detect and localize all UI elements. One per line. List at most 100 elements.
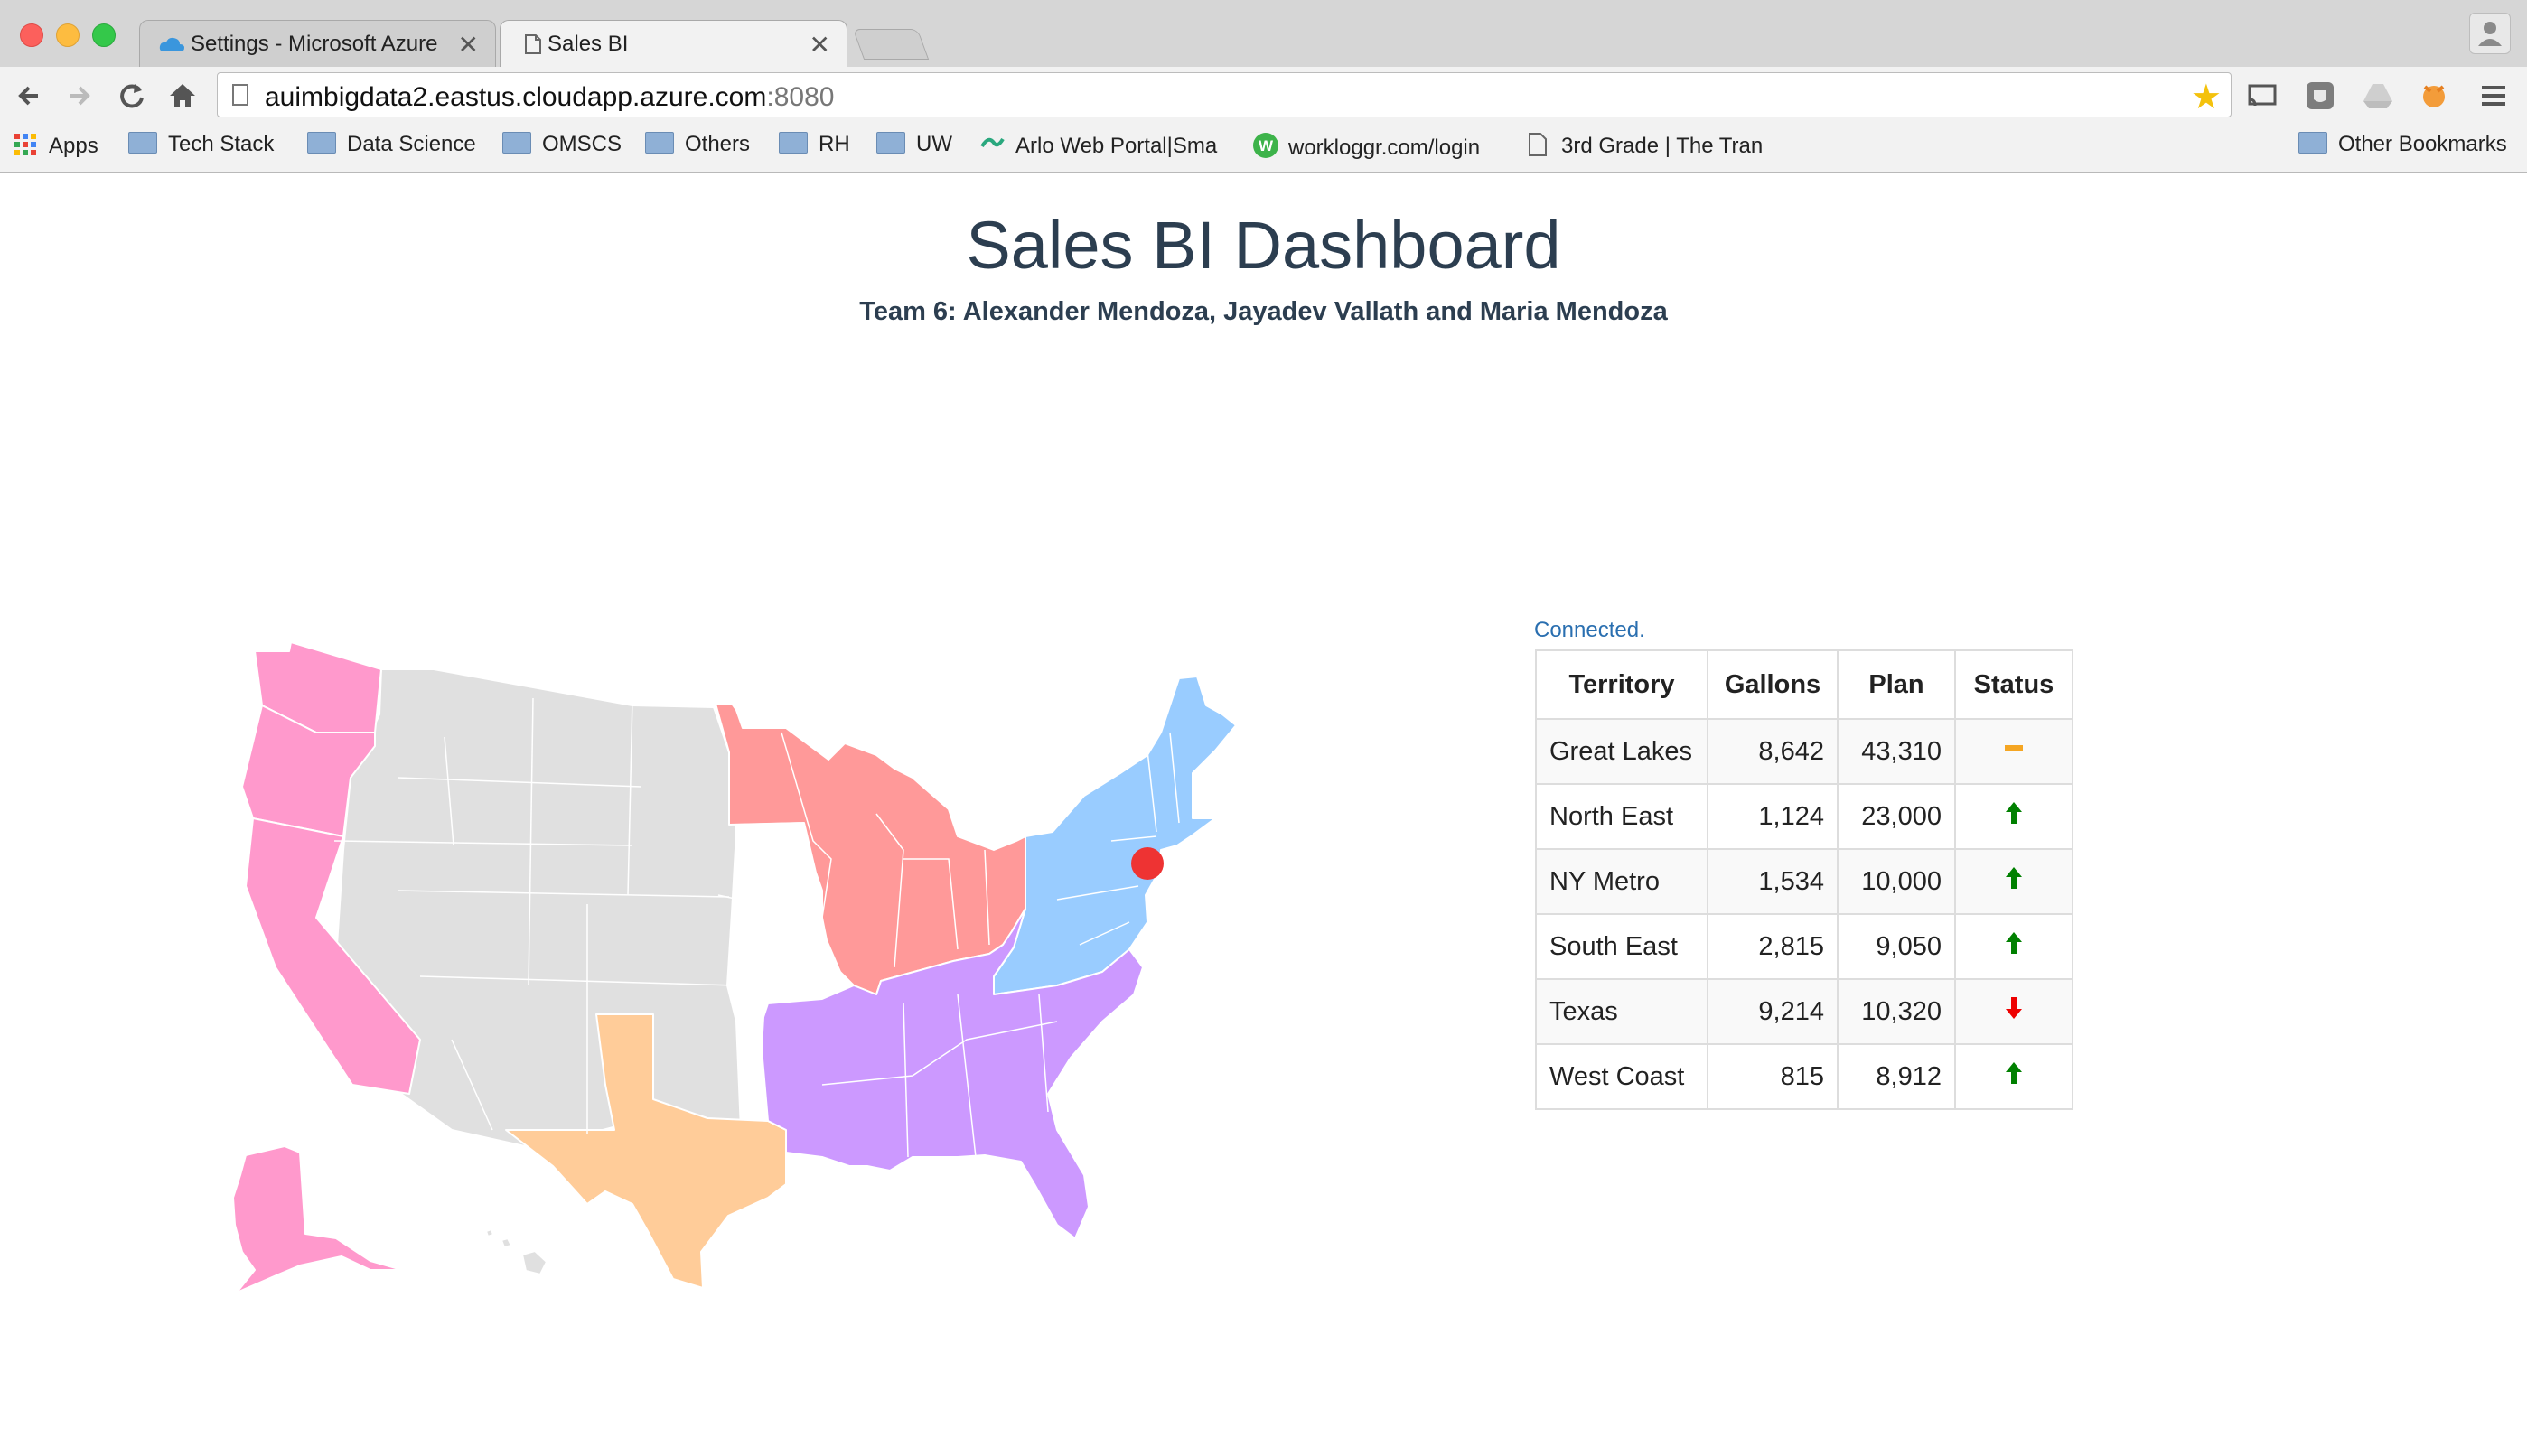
- bookmark-apps[interactable]: Apps: [13, 132, 98, 164]
- page-title: Sales BI Dashboard: [966, 208, 1561, 283]
- reload-icon[interactable]: [112, 76, 152, 116]
- fox-extension-icon[interactable]: [2418, 79, 2450, 112]
- tab-close-icon[interactable]: ✕: [810, 30, 830, 60]
- bookmark-star-icon[interactable]: ★: [2191, 77, 2222, 117]
- up-arrow-icon: [2006, 932, 2022, 954]
- bookmark-label: RH: [819, 132, 850, 156]
- azure-cloud-icon: [159, 37, 184, 51]
- table-row: West Coast 815 8,912: [1535, 1043, 2073, 1110]
- tab-sales-bi[interactable]: Sales BI ✕: [500, 20, 847, 68]
- territory-sales-table: Territory Gallons Plan Status Great Lake…: [1535, 649, 2073, 1110]
- column-header-gallons: Gallons: [1707, 649, 1839, 720]
- us-territory-map[interactable]: [190, 462, 1256, 1311]
- cast-icon[interactable]: [2246, 79, 2279, 112]
- bookmark-uw[interactable]: UW: [876, 132, 952, 164]
- tab-close-icon[interactable]: ✕: [458, 30, 479, 60]
- window-close-button[interactable]: [20, 23, 43, 47]
- bookmark-label: UW: [916, 132, 952, 156]
- back-arrow-icon[interactable]: [11, 76, 51, 116]
- table-row: South East 2,815 9,050: [1535, 913, 2073, 980]
- profile-button[interactable]: [2469, 13, 2511, 54]
- dash-icon: [2005, 745, 2023, 751]
- gallons-cell: 8,642: [1707, 718, 1839, 785]
- folder-icon: [502, 132, 531, 154]
- url-port: :8080: [766, 82, 835, 112]
- status-cell: [1954, 1043, 2073, 1110]
- gallons-cell: 1,534: [1707, 848, 1839, 915]
- page-icon: [525, 34, 541, 54]
- url-host: auimbigdata2.eastus.cloudapp.azure.com: [265, 82, 767, 112]
- up-arrow-icon: [2006, 802, 2022, 824]
- folder-icon: [307, 132, 336, 154]
- status-cell: [1954, 913, 2073, 980]
- window-maximize-button[interactable]: [92, 23, 116, 47]
- plan-cell: 8,912: [1837, 1043, 1956, 1110]
- bookmark-omscs[interactable]: OMSCS: [502, 132, 622, 164]
- bookmark-other-bookmarks[interactable]: Other Bookmarks: [2298, 132, 2507, 164]
- map-region-great-lakes: [715, 703, 1026, 995]
- workloggr-icon: W: [1252, 132, 1278, 158]
- window-minimize-button[interactable]: [56, 23, 80, 47]
- bookmark-others[interactable]: Others: [645, 132, 750, 164]
- bookmark-label: workloggr.com/login: [1288, 135, 1481, 160]
- territory-cell: South East: [1535, 913, 1708, 980]
- address-bar[interactable]: auimbigdata2.eastus.cloudapp.azure.com:8…: [217, 72, 2232, 117]
- bookmark-workloggr[interactable]: Wworkloggr.com/login: [1252, 132, 1480, 164]
- page-icon: [1525, 132, 1550, 157]
- status-cell: [1954, 848, 2073, 915]
- table-header-row: Territory Gallons Plan Status: [1535, 649, 2073, 720]
- connection-status: Connected.: [1534, 618, 1645, 642]
- drive-icon[interactable]: [2362, 79, 2394, 112]
- tab-settings-azure[interactable]: Settings - Microsoft Azure ✕: [139, 20, 496, 67]
- forward-arrow-icon[interactable]: [60, 76, 99, 116]
- apps-grid-icon: [13, 132, 38, 157]
- bookmarks-bar: Apps Tech Stack Data Science OMSCS Other…: [0, 125, 2527, 172]
- store-location-marker[interactable]: [1131, 847, 1164, 880]
- column-header-status: Status: [1954, 649, 2073, 720]
- bookmark-arlo[interactable]: Arlo Web Portal|Sma: [979, 132, 1217, 164]
- down-arrow-icon: [2006, 997, 2022, 1019]
- browser-chrome: Settings - Microsoft Azure ✕ Sales BI ✕: [0, 0, 2527, 173]
- bookmark-label: Others: [685, 132, 751, 156]
- status-cell: [1954, 783, 2073, 850]
- plan-cell: 10,320: [1837, 978, 1956, 1045]
- browser-toolbar: auimbigdata2.eastus.cloudapp.azure.com:8…: [0, 67, 2527, 125]
- table-row: NY Metro 1,534 10,000: [1535, 848, 2073, 915]
- gallons-cell: 9,214: [1707, 978, 1839, 1045]
- table-row: Great Lakes 8,642 43,310: [1535, 718, 2073, 785]
- bookmark-rh[interactable]: RH: [779, 132, 850, 164]
- territory-cell: West Coast: [1535, 1043, 1708, 1110]
- territory-cell: Texas: [1535, 978, 1708, 1045]
- tab-title: Settings - Microsoft Azure: [191, 32, 438, 56]
- up-arrow-icon: [2006, 1062, 2022, 1084]
- up-arrow-icon: [2006, 867, 2022, 889]
- bookmark-label: OMSCS: [542, 132, 622, 156]
- extension-shield-icon[interactable]: [2304, 79, 2336, 112]
- bookmark-3rd-grade[interactable]: 3rd Grade | The Tran: [1525, 132, 1763, 164]
- bookmark-label: Tech Stack: [168, 132, 275, 156]
- folder-icon: [2298, 132, 2327, 154]
- table-row: Texas 9,214 10,320: [1535, 978, 2073, 1045]
- menu-icon[interactable]: [2477, 79, 2510, 112]
- plan-cell: 10,000: [1837, 848, 1956, 915]
- page-info-icon[interactable]: [232, 84, 248, 106]
- gallons-cell: 1,124: [1707, 783, 1839, 850]
- plan-cell: 9,050: [1837, 913, 1956, 980]
- tab-title: Sales BI: [548, 32, 629, 56]
- plan-cell: 43,310: [1837, 718, 1956, 785]
- new-tab-button[interactable]: [852, 29, 930, 60]
- status-cell: [1954, 718, 2073, 785]
- person-icon: [2478, 22, 2502, 46]
- bookmark-data-science[interactable]: Data Science: [307, 132, 476, 164]
- home-icon[interactable]: [163, 76, 202, 116]
- map-region-alaska: [232, 1145, 403, 1293]
- folder-icon: [876, 132, 905, 154]
- bookmark-label: 3rd Grade | The Tran: [1561, 134, 1764, 158]
- bookmark-tech-stack[interactable]: Tech Stack: [128, 132, 274, 164]
- bookmark-label: Other Bookmarks: [2338, 132, 2507, 156]
- gallons-cell: 2,815: [1707, 913, 1839, 980]
- arlo-icon: [979, 132, 1005, 157]
- territory-cell: NY Metro: [1535, 848, 1708, 915]
- url-text[interactable]: auimbigdata2.eastus.cloudapp.azure.com:8…: [265, 82, 834, 113]
- territory-cell: Great Lakes: [1535, 718, 1708, 785]
